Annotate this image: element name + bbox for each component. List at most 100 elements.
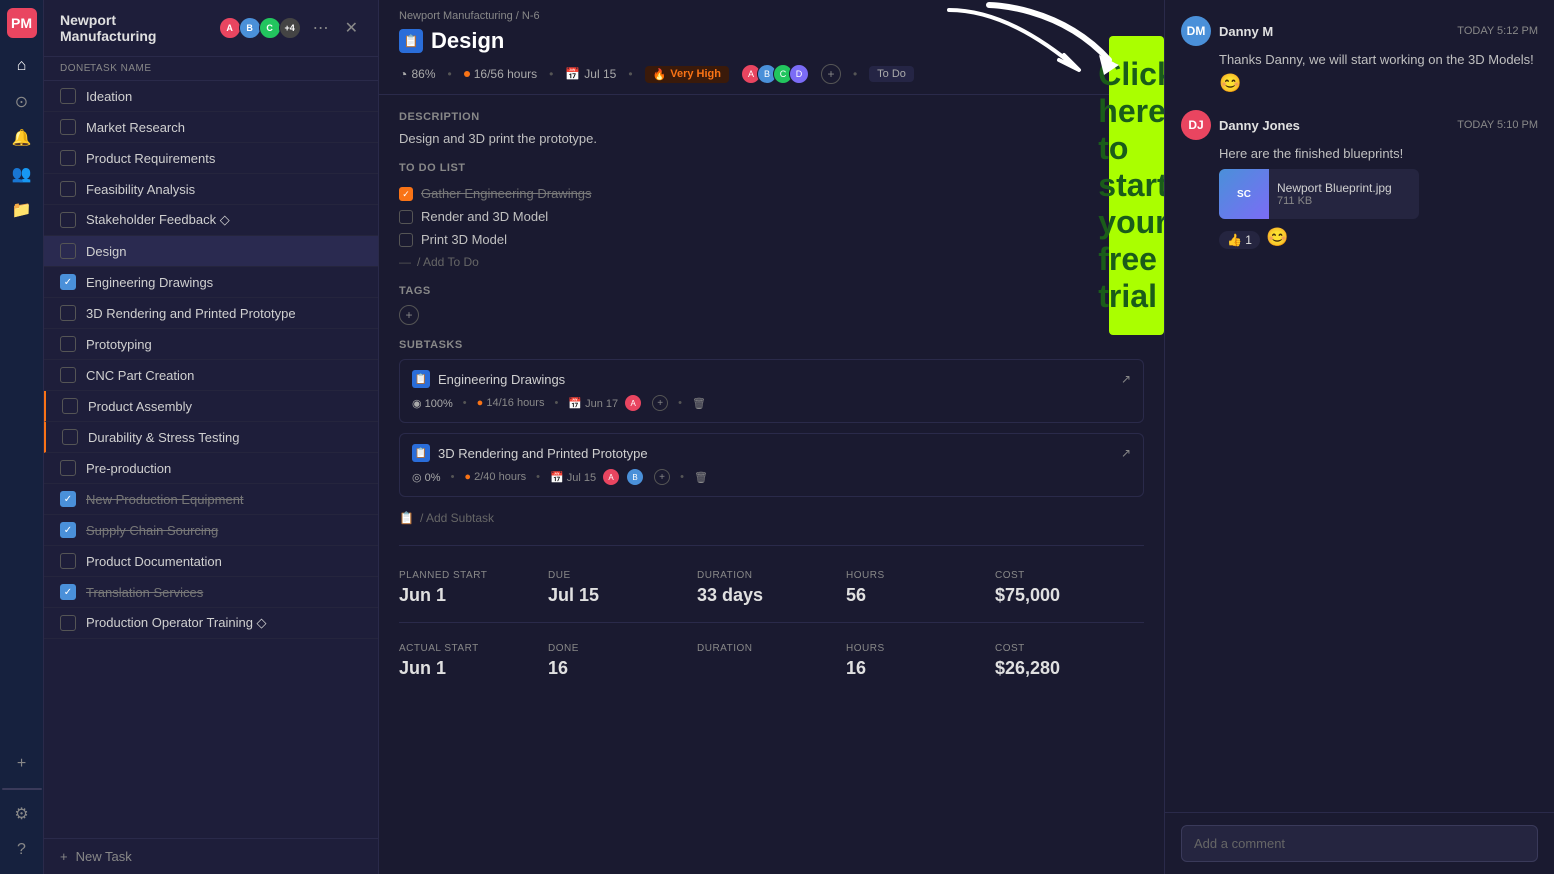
task-checkbox-11[interactable] xyxy=(62,398,78,414)
more-options-icon[interactable]: ⋯ xyxy=(309,14,333,42)
subtask-1-external-link[interactable]: ↗ xyxy=(1121,372,1131,386)
emoji-reaction-1[interactable]: 👍 1 xyxy=(1219,231,1260,249)
cta-banner[interactable]: Click here to start your free trial xyxy=(1109,36,1164,335)
task-checkbox-8[interactable] xyxy=(60,305,76,321)
nav-bell[interactable]: 🔔 xyxy=(6,122,38,154)
subtask-2-delete[interactable]: 🗑 xyxy=(694,471,708,484)
app-logo[interactable]: PM xyxy=(7,8,37,38)
nav-add[interactable]: + xyxy=(6,748,38,780)
add-tag-button[interactable]: + xyxy=(399,305,419,325)
task-checkbox-17[interactable] xyxy=(60,584,76,600)
comment-1-emoji-button[interactable]: 😊 xyxy=(1219,73,1538,94)
duration-value: 33 days xyxy=(697,585,830,606)
task-checkbox-2[interactable] xyxy=(60,119,76,135)
task-checkbox-7[interactable] xyxy=(60,274,76,290)
planned-start-cell: PLANNED START Jun 1 xyxy=(399,562,548,614)
avatar-3: C xyxy=(259,17,281,39)
task-name-17: Translation Services xyxy=(86,585,362,600)
todo-check-1[interactable] xyxy=(399,187,413,201)
nav-home[interactable]: ⌂ xyxy=(6,50,38,82)
breadcrumb-id: N-6 xyxy=(522,10,540,22)
task-checkbox-12[interactable] xyxy=(62,429,78,445)
task-checkbox-9[interactable] xyxy=(60,336,76,352)
task-checkbox-6[interactable] xyxy=(60,243,76,259)
comment-input[interactable] xyxy=(1181,825,1538,862)
priority-badge: 🔥 Very High xyxy=(645,66,729,83)
task-name-14: New Production Equipment xyxy=(86,492,362,507)
task-item-9[interactable]: Prototyping xyxy=(44,329,378,360)
todo-check-2[interactable] xyxy=(399,210,413,224)
cta-text: Click here to start your free trial xyxy=(1098,56,1164,315)
subtask-1-title: Engineering Drawings xyxy=(438,372,1113,387)
subtask-1-add-assignee[interactable]: + xyxy=(652,395,668,411)
task-item-5[interactable]: Stakeholder Feedback ◇ xyxy=(44,205,378,236)
actual-cost-label: COST xyxy=(995,643,1128,654)
subtask-2-assignee-1: A xyxy=(602,468,620,486)
avatar-count: +4 xyxy=(279,17,301,39)
comment-input-area xyxy=(1165,812,1554,874)
due-item: 📅 Jul 15 xyxy=(565,67,616,81)
task-item-16[interactable]: Product Documentation xyxy=(44,546,378,577)
task-list-header: DONE TASK NAME xyxy=(44,57,378,81)
task-item-2[interactable]: Market Research xyxy=(44,112,378,143)
actual-cost-value: $26,280 xyxy=(995,658,1128,679)
task-item-6[interactable]: Design xyxy=(44,236,378,267)
task-item-13[interactable]: Pre-production xyxy=(44,453,378,484)
close-icon[interactable]: ✕ xyxy=(341,14,362,42)
task-checkbox-1[interactable] xyxy=(60,88,76,104)
task-name-5: Stakeholder Feedback ◇ xyxy=(86,212,362,228)
subtask-2-external-link[interactable]: ↗ xyxy=(1121,446,1131,460)
subtask-1-hours: ● 14/16 hours xyxy=(477,397,545,409)
new-task-button[interactable]: + New Task xyxy=(44,838,378,874)
nav-search[interactable]: ⊙ xyxy=(6,86,38,118)
task-item-7[interactable]: Engineering Drawings xyxy=(44,267,378,298)
comment-1: DM Danny M TODAY 5:12 PM Thanks Danny, w… xyxy=(1181,16,1538,94)
task-item-18[interactable]: Production Operator Training ◇ xyxy=(44,608,378,639)
task-checkbox-14[interactable] xyxy=(60,491,76,507)
progress-value: 86% xyxy=(411,67,435,81)
task-checkbox-3[interactable] xyxy=(60,150,76,166)
task-name-10: CNC Part Creation xyxy=(86,368,362,383)
subtask-1-delete[interactable]: 🗑 xyxy=(692,397,706,410)
task-item-15[interactable]: Supply Chain Sourcing xyxy=(44,515,378,546)
add-assignee-button[interactable]: + xyxy=(821,64,841,84)
task-checkbox-5[interactable] xyxy=(60,212,76,228)
add-reaction-button[interactable]: 😊 xyxy=(1266,227,1288,248)
task-item-3[interactable]: Product Requirements xyxy=(44,143,378,174)
reactions-row: 👍 1 😊 xyxy=(1181,225,1538,249)
add-todo-button[interactable]: — / Add To Do xyxy=(399,251,1144,273)
file-name: Newport Blueprint.jpg xyxy=(1277,181,1392,195)
nav-users[interactable]: 👥 xyxy=(6,158,38,190)
task-item-4[interactable]: Feasibility Analysis xyxy=(44,174,378,205)
nav-settings[interactable]: ⚙ xyxy=(6,798,38,830)
task-checkbox-18[interactable] xyxy=(60,615,76,631)
task-checkbox-4[interactable] xyxy=(60,181,76,197)
task-item-11[interactable]: Product Assembly xyxy=(44,391,378,422)
subtask-2-add-assignee[interactable]: + xyxy=(654,469,670,485)
actual-start-value: Jun 1 xyxy=(399,658,532,679)
task-item-14[interactable]: New Production Equipment xyxy=(44,484,378,515)
status-badge[interactable]: To Do xyxy=(869,66,914,82)
task-item-8[interactable]: 3D Rendering and Printed Prototype xyxy=(44,298,378,329)
duration-cell: DURATION 33 days xyxy=(697,562,846,614)
task-item-1[interactable]: Ideation xyxy=(44,81,378,112)
nav-folder[interactable]: 📁 xyxy=(6,194,38,226)
task-checkbox-16[interactable] xyxy=(60,553,76,569)
subtask-icon-small: 📋 xyxy=(399,511,414,525)
todo-list: Gather Engineering Drawings Render and 3… xyxy=(399,182,1144,273)
nav-help[interactable]: ? xyxy=(6,834,38,866)
task-item-10[interactable]: CNC Part Creation xyxy=(44,360,378,391)
task-item-17[interactable]: Translation Services xyxy=(44,577,378,608)
task-checkbox-10[interactable] xyxy=(60,367,76,383)
breadcrumb-project[interactable]: Newport Manufacturing xyxy=(399,10,513,22)
task-meta-row: ◔ 86% • 16/56 hours • 📅 Jul 15 • 🔥 Very … xyxy=(399,64,1144,94)
add-subtask-button[interactable]: 📋 / Add Subtask xyxy=(399,507,1144,529)
task-checkbox-13[interactable] xyxy=(60,460,76,476)
subtask-1-icon: 📋 xyxy=(412,370,430,388)
priority-value: Very High xyxy=(670,68,721,80)
task-main-title: Design xyxy=(431,28,504,54)
task-checkbox-15[interactable] xyxy=(60,522,76,538)
task-item-12[interactable]: Durability & Stress Testing xyxy=(44,422,378,453)
file-attachment[interactable]: SC Newport Blueprint.jpg 711 KB xyxy=(1219,169,1419,219)
todo-check-3[interactable] xyxy=(399,233,413,247)
